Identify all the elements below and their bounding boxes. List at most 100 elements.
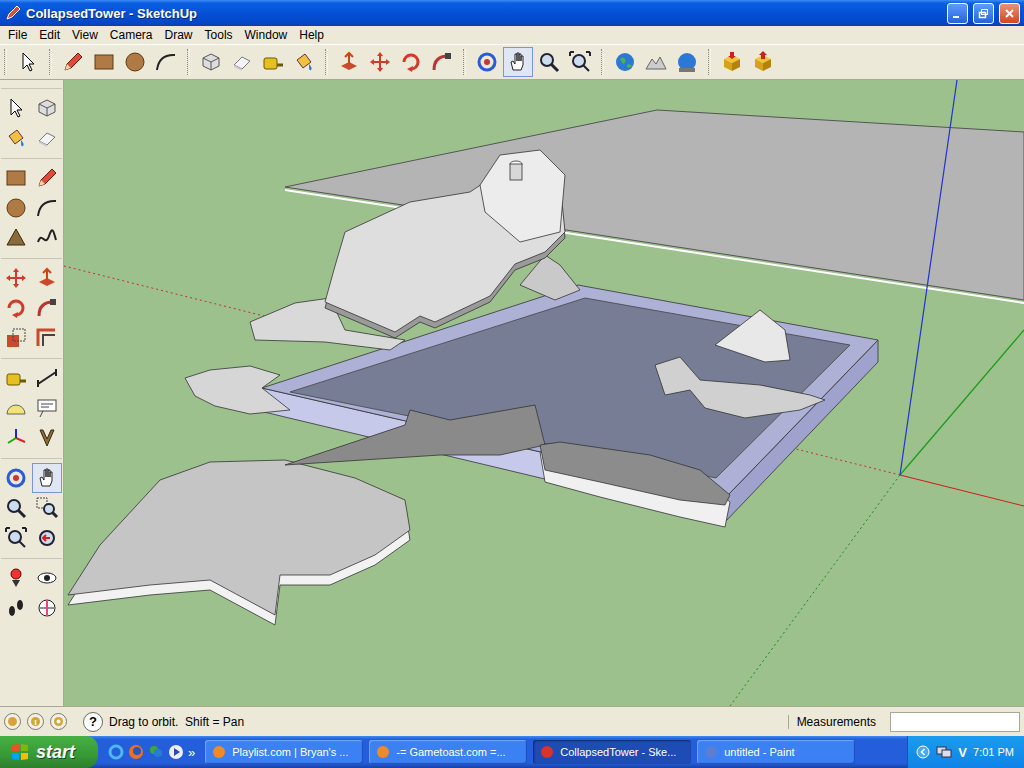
model-viewport[interactable] <box>64 80 1024 706</box>
tool-button[interactable] <box>503 47 533 77</box>
menu-item[interactable]: Camera <box>104 27 159 43</box>
tool-button[interactable] <box>396 47 426 77</box>
tool-button[interactable] <box>32 123 62 153</box>
tool-button[interactable] <box>1 93 31 123</box>
globe-icon <box>7 716 18 727</box>
minimize-button[interactable] <box>947 3 968 24</box>
tool-button[interactable] <box>1 563 31 593</box>
close-button[interactable] <box>999 3 1020 24</box>
tray-icon[interactable]: V <box>958 745 967 760</box>
menu-item[interactable]: Window <box>239 27 294 43</box>
tool-button[interactable] <box>32 93 62 123</box>
tool-button[interactable] <box>32 563 62 593</box>
toolbar-grip[interactable] <box>4 49 7 75</box>
account-button[interactable] <box>50 713 67 730</box>
menu-item[interactable]: File <box>2 27 33 43</box>
tool-button[interactable] <box>1 323 31 353</box>
tool-button[interactable] <box>32 193 62 223</box>
tool-button[interactable] <box>1 193 31 223</box>
task-button[interactable]: CollapsedTower - Ske... <box>533 740 691 764</box>
clock[interactable]: 7:01 PM <box>973 746 1014 758</box>
tool-button[interactable] <box>32 163 62 193</box>
red-axis <box>900 475 1024 506</box>
tool-button[interactable] <box>1 163 31 193</box>
toolbar-grip[interactable] <box>325 49 328 75</box>
tool-button[interactable] <box>196 47 226 77</box>
tool-button[interactable] <box>534 47 564 77</box>
toolbar-grip[interactable] <box>187 49 190 75</box>
tool-button[interactable] <box>1 363 31 393</box>
credits-button[interactable] <box>27 713 44 730</box>
tool-button[interactable] <box>565 47 595 77</box>
toolbar-grip[interactable] <box>463 49 466 75</box>
tool-button[interactable] <box>32 263 62 293</box>
tool-button[interactable] <box>13 47 43 77</box>
tool-button[interactable] <box>1 293 31 323</box>
tool-button[interactable] <box>1 223 31 253</box>
tool-button[interactable] <box>120 47 150 77</box>
tool-button[interactable] <box>32 223 62 253</box>
tool-button[interactable] <box>717 47 747 77</box>
task-button[interactable]: untitled - Paint <box>697 740 855 764</box>
tool-button[interactable] <box>32 493 62 523</box>
tool-button[interactable] <box>1 593 31 623</box>
tool-button[interactable] <box>151 47 181 77</box>
toolbar-grip[interactable] <box>601 49 604 75</box>
menu-item[interactable]: Draw <box>159 27 199 43</box>
firefox-icon[interactable] <box>128 744 144 760</box>
drawing-canvas[interactable] <box>64 80 1024 706</box>
menu-item[interactable]: Help <box>293 27 330 43</box>
tool-button[interactable] <box>32 323 62 353</box>
show-hidden-icons-icon[interactable] <box>916 745 930 759</box>
tool-button[interactable] <box>32 363 62 393</box>
floor-slab <box>285 405 545 465</box>
tool-button[interactable] <box>610 47 640 77</box>
media-player-icon[interactable] <box>168 744 184 760</box>
help-button[interactable]: ? <box>83 712 103 732</box>
tool-button[interactable] <box>748 47 778 77</box>
tool-button[interactable] <box>472 47 502 77</box>
tool-button[interactable] <box>1 263 31 293</box>
tool-button[interactable] <box>32 593 62 623</box>
tool-button[interactable] <box>365 47 395 77</box>
tool-button[interactable] <box>258 47 288 77</box>
messenger-icon[interactable] <box>148 744 164 760</box>
tool-button[interactable] <box>32 293 62 323</box>
pencil-icon <box>61 50 85 74</box>
title-bar[interactable]: CollapsedTower - SketchUp <box>0 0 1024 26</box>
task-button[interactable]: Playlist.com | Bryan's ... <box>205 740 363 764</box>
tool-button[interactable] <box>227 47 257 77</box>
tool-button[interactable] <box>1 423 31 453</box>
tool-button[interactable] <box>32 463 62 493</box>
tool-button[interactable] <box>32 393 62 423</box>
tool-button[interactable] <box>1 463 31 493</box>
toolbar-grip[interactable] <box>49 49 52 75</box>
tool-button[interactable] <box>641 47 671 77</box>
tool-button[interactable] <box>89 47 119 77</box>
geo-location-button[interactable] <box>4 713 21 730</box>
restore-button[interactable] <box>973 3 994 24</box>
menu-item[interactable]: Tools <box>199 27 239 43</box>
tool-button[interactable] <box>672 47 702 77</box>
tool-button[interactable] <box>32 423 62 453</box>
blue-axis <box>900 80 957 475</box>
tool-button[interactable] <box>1 123 31 153</box>
task-button[interactable]: -= Gametoast.com =... <box>369 740 527 764</box>
menu-item[interactable]: View <box>66 27 104 43</box>
ie-icon[interactable] <box>108 744 124 760</box>
tool-button[interactable] <box>1 493 31 523</box>
start-button[interactable]: start <box>0 736 98 768</box>
tool-button[interactable] <box>1 523 31 553</box>
tool-button[interactable] <box>1 393 31 423</box>
network-icon[interactable] <box>936 745 952 759</box>
tool-button[interactable] <box>427 47 457 77</box>
sketchup-window: CollapsedTower - SketchUpFileEditViewCam… <box>0 0 1024 768</box>
tool-button[interactable] <box>58 47 88 77</box>
measurements-field[interactable] <box>890 712 1020 732</box>
tool-button[interactable] <box>32 523 62 553</box>
toolbar-grip[interactable] <box>708 49 711 75</box>
tool-button[interactable] <box>289 47 319 77</box>
quick-launch-more[interactable]: » <box>188 745 195 760</box>
menu-item[interactable]: Edit <box>33 27 66 43</box>
tool-button[interactable] <box>334 47 364 77</box>
